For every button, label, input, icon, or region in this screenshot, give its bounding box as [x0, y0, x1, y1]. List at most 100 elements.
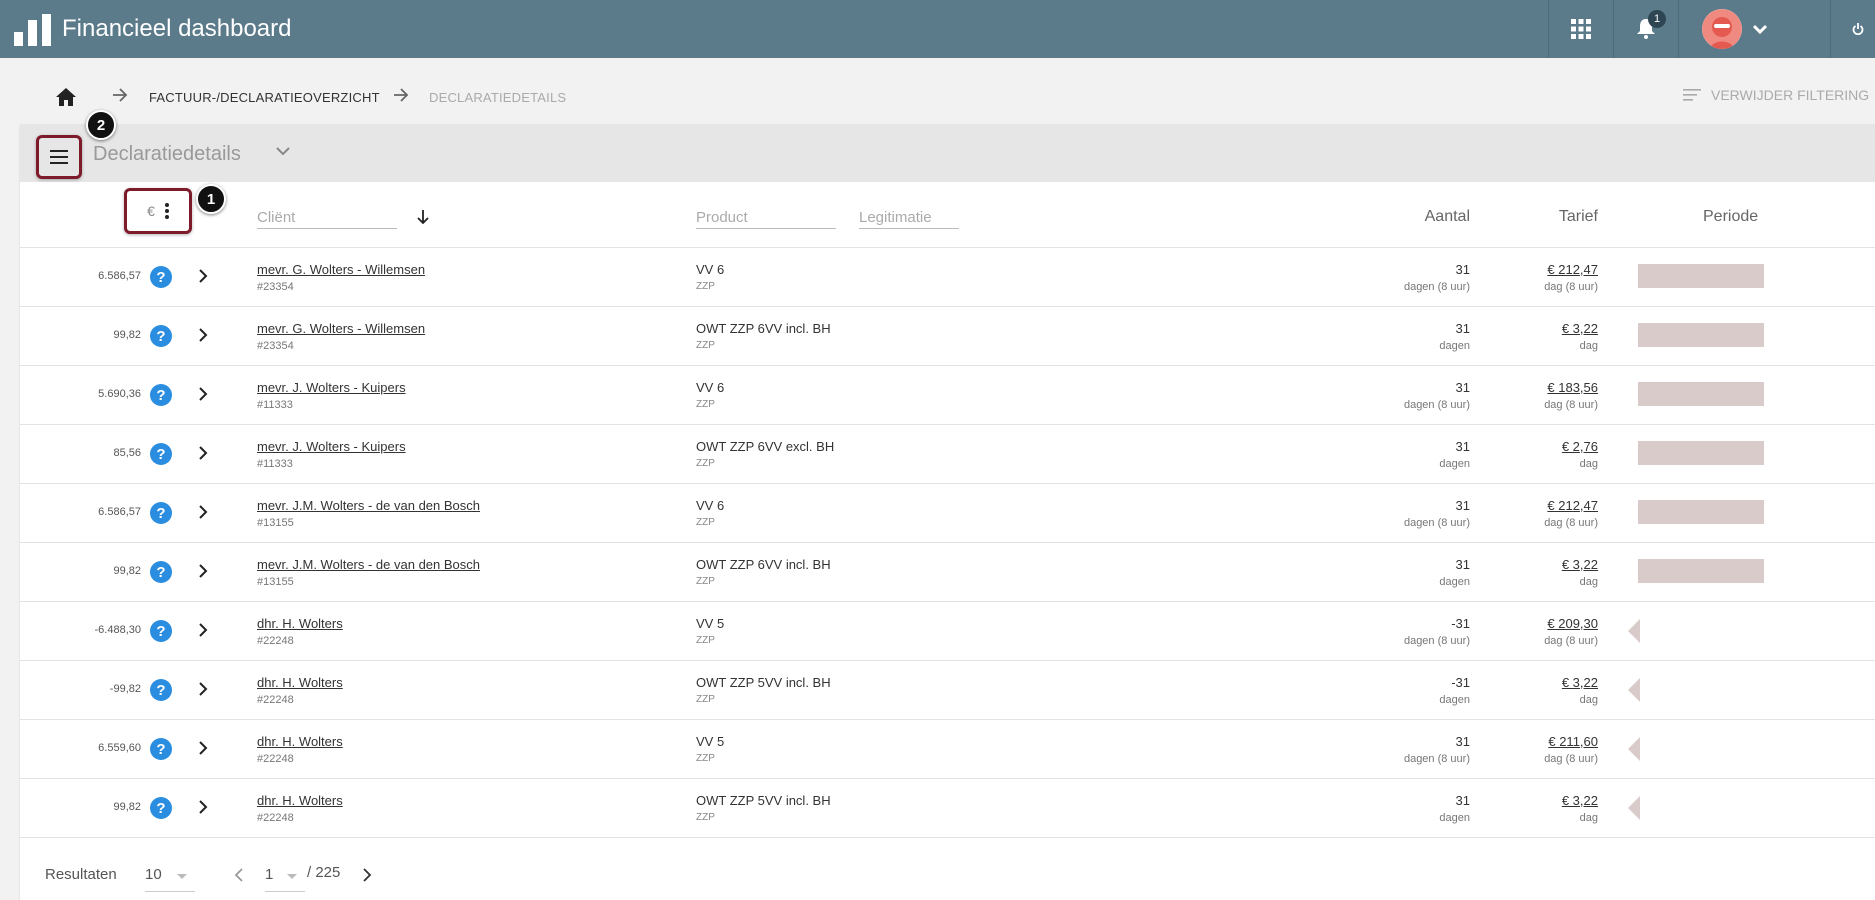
client-link[interactable]: dhr. H. Wolters — [257, 616, 343, 631]
help-icon[interactable]: ? — [150, 679, 172, 701]
chevron-right-icon[interactable] — [198, 268, 208, 284]
product-type: ZZP — [696, 694, 715, 705]
sort-arrow-down-icon[interactable] — [416, 209, 430, 225]
breadcrumb-item[interactable]: FACTUUR-/DECLARATIEOVERZICHT — [149, 90, 380, 105]
chevron-right-icon[interactable] — [198, 504, 208, 520]
client-link[interactable]: dhr. H. Wolters — [257, 675, 343, 690]
product-name: VV 6 — [696, 498, 725, 513]
client-link[interactable]: mevr. J. Wolters - Kuipers — [257, 439, 406, 454]
table-row[interactable]: 99,82? mevr. J.M. Wolters - de van den Bo… — [20, 543, 1875, 602]
client-link[interactable]: dhr. H. Wolters — [257, 793, 343, 808]
product-type: ZZP — [696, 753, 715, 764]
client-link[interactable]: mevr. J.M. Wolters - de van den Bosch — [257, 498, 480, 513]
aantal-header: Aantal — [1424, 208, 1470, 225]
legitimatie-filter-input[interactable]: Legitimatie — [859, 209, 959, 229]
table-header: € 1 Cliënt Product Legitimatie Aantal Ta… — [20, 182, 1875, 248]
tarief-unit: dag — [1579, 340, 1598, 352]
help-icon[interactable]: ? — [150, 325, 172, 347]
chevron-right-icon[interactable] — [198, 327, 208, 343]
panel-title[interactable]: Declaratiedetails — [93, 143, 241, 166]
help-icon[interactable]: ? — [150, 561, 172, 583]
client-link[interactable]: mevr. G. Wolters - Willemsen — [257, 321, 425, 336]
clear-filter-button[interactable]: VERWIJDER FILTERING — [1683, 87, 1869, 103]
user-menu-toggle[interactable] — [1750, 0, 1770, 58]
page-select[interactable]: 1 — [265, 862, 305, 892]
chevron-right-icon[interactable] — [198, 622, 208, 638]
chevron-left-icon[interactable] — [234, 868, 244, 882]
notifications-button[interactable] — [1614, 0, 1678, 58]
amount-value: -6.488,30 — [94, 624, 141, 636]
help-icon[interactable]: ? — [150, 738, 172, 760]
aantal-value: -31 — [1451, 675, 1470, 690]
chevron-right-icon[interactable] — [362, 868, 372, 882]
client-link[interactable]: dhr. H. Wolters — [257, 734, 343, 749]
tarief-link[interactable]: € 209,30 — [1547, 616, 1598, 631]
tarief-link[interactable]: € 3,22 — [1562, 557, 1598, 572]
chevron-right-icon[interactable] — [198, 681, 208, 697]
client-filter-input[interactable]: Cliënt — [257, 209, 397, 229]
tarief-link[interactable]: € 212,47 — [1547, 262, 1598, 277]
tarief-link[interactable]: € 3,22 — [1562, 675, 1598, 690]
amount-value: 99,82 — [113, 801, 141, 813]
product-name: OWT ZZP 6VV excl. BH — [696, 439, 835, 454]
total-pages: / 225 — [307, 864, 341, 881]
column-options-button[interactable]: € — [124, 188, 192, 234]
help-icon[interactable]: ? — [150, 620, 172, 642]
notification-badge: 1 — [1648, 10, 1666, 28]
aantal-value: 31 — [1455, 321, 1470, 336]
chevron-right-icon[interactable] — [198, 563, 208, 579]
help-icon[interactable]: ? — [150, 443, 172, 465]
chevron-right-icon[interactable] — [198, 740, 208, 756]
period-arrow-icon — [1628, 619, 1640, 643]
amount-value: 6.586,57 — [98, 270, 141, 282]
tarief-unit: dag (8 uur) — [1544, 753, 1598, 765]
period-bar — [1638, 382, 1764, 406]
help-icon[interactable]: ? — [150, 502, 172, 524]
aantal-value: 31 — [1455, 439, 1470, 454]
table-row[interactable]: -99,82? dhr. H. Wolters #22248 OWT ZZP 5VV … — [20, 661, 1875, 720]
table-row[interactable]: 5.690,36? mevr. J. Wolters - Kuipers #1133… — [20, 366, 1875, 425]
amount-value: 99,82 — [113, 565, 141, 577]
bar-chart-logo-icon — [14, 14, 51, 46]
chevron-down-icon[interactable] — [276, 146, 290, 156]
period-bar — [1638, 323, 1764, 347]
product-type: ZZP — [696, 635, 715, 646]
product-filter-input[interactable]: Product — [696, 209, 836, 229]
client-id: #11333 — [257, 458, 293, 470]
table-row[interactable]: 6.586,57? mevr. G. Wolters - Willemsen #23… — [20, 248, 1875, 307]
tarief-link[interactable]: € 212,47 — [1547, 498, 1598, 513]
amount-value: 99,82 — [113, 329, 141, 341]
tarief-link[interactable]: € 3,22 — [1562, 321, 1598, 336]
table-row[interactable]: 99,82? mevr. G. Wolters - Willemsen #23354… — [20, 307, 1875, 366]
tarief-link[interactable]: € 183,56 — [1547, 380, 1598, 395]
product-name: VV 6 — [696, 262, 725, 277]
avatar[interactable] — [1702, 9, 1742, 49]
product-name: VV 5 — [696, 616, 725, 631]
tarief-link[interactable]: € 211,60 — [1548, 734, 1598, 749]
menu-button[interactable] — [36, 135, 82, 179]
chevron-right-icon[interactable] — [198, 386, 208, 402]
table-row[interactable]: 85,56? mevr. J. Wolters - Kuipers #11333 OW… — [20, 425, 1875, 484]
client-link[interactable]: mevr. J.M. Wolters - de van den Bosch — [257, 557, 480, 572]
table-row[interactable]: -6.488,30? dhr. H. Wolters #22248 VV 5 ZZP -3… — [20, 602, 1875, 661]
help-icon[interactable]: ? — [150, 797, 172, 819]
client-link[interactable]: mevr. J. Wolters - Kuipers — [257, 380, 406, 395]
home-button[interactable] — [56, 88, 76, 111]
help-icon[interactable]: ? — [150, 384, 172, 406]
client-link[interactable]: mevr. G. Wolters - Willemsen — [257, 262, 425, 277]
client-id: #22248 — [257, 753, 294, 765]
arrow-right-icon — [394, 88, 409, 102]
tarief-link[interactable]: € 3,22 — [1562, 793, 1598, 808]
chevron-right-icon[interactable] — [198, 445, 208, 461]
client-id: #13155 — [257, 576, 294, 588]
table-row[interactable]: 6.586,57? mevr. J.M. Wolters - de van den… — [20, 484, 1875, 543]
table-row[interactable]: 99,82? dhr. H. Wolters #22248 OWT ZZP 5VV i… — [20, 779, 1875, 838]
logout-button[interactable] — [1846, 0, 1870, 58]
help-icon[interactable]: ? — [150, 266, 172, 288]
apps-grid-button[interactable] — [1549, 0, 1613, 58]
chevron-right-icon[interactable] — [198, 799, 208, 815]
tarief-unit: dag (8 uur) — [1544, 635, 1598, 647]
results-per-page-select[interactable]: 10 — [145, 862, 195, 892]
tarief-link[interactable]: € 2,76 — [1562, 439, 1598, 454]
table-row[interactable]: 6.559,60? dhr. H. Wolters #22248 VV 5 ZZP 31 d… — [20, 720, 1875, 779]
